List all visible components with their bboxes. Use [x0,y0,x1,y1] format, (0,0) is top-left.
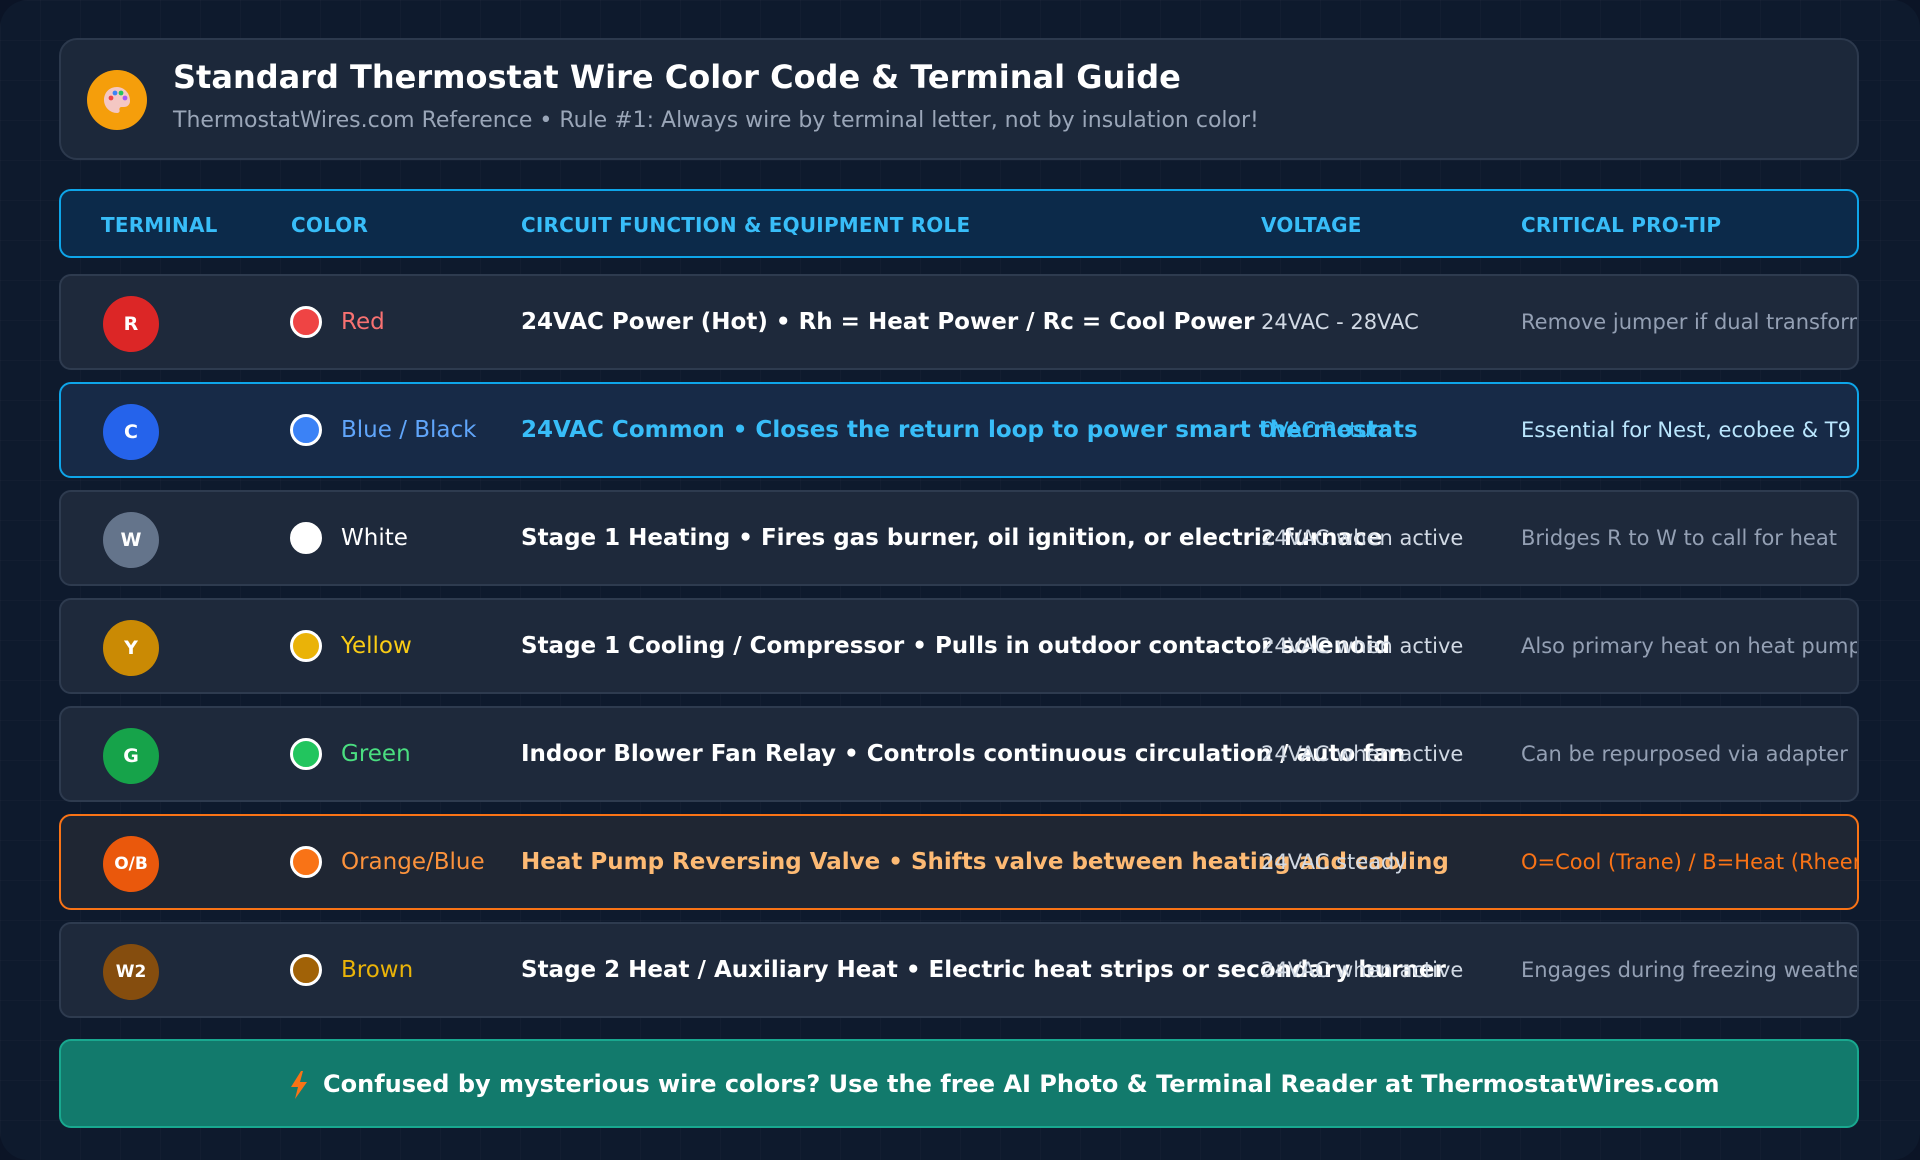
terminal-badge: O/B [103,836,159,892]
table-row: W White Stage 1 Heating • Fires gas burner… [59,490,1859,586]
terminal-badge: G [103,728,159,784]
voltage-value: 24VAC when active [1261,526,1464,550]
terminal-badge: Y [103,620,159,676]
voltage-value: 24VAC when active [1261,742,1464,766]
wire-color-swatch [290,630,322,662]
wire-color-name: White [341,525,408,551]
footer-banner[interactable]: Confused by mysterious wire colors? Use … [59,1039,1859,1128]
wire-color-swatch [290,846,322,878]
pro-tip: Remove jumper if dual transformer [1521,310,1857,334]
circuit-function: Stage 1 Cooling / Compressor • Pulls in … [521,633,1391,659]
column-header-color: COLOR [291,213,369,237]
table-row: R Red 24VAC Power (Hot) • Rh = Heat Power … [59,274,1859,370]
column-header-voltage: VOLTAGE [1261,213,1362,237]
wire-color-swatch [290,954,322,986]
pro-tip: Essential for Nest, ecobee & T9 [1521,418,1851,442]
wire-color-name: Yellow [341,633,412,659]
wire-color-swatch [290,522,322,554]
pro-tip: Can be repurposed via adapter [1521,742,1848,766]
pro-tip: Engages during freezing weather [1521,958,1857,982]
wire-color-swatch [290,738,322,770]
pro-tip: O=Cool (Trane) / B=Heat (Rheem) [1521,850,1857,874]
column-header-terminal: TERMINAL [101,213,218,237]
table-row: G Green Indoor Blower Fan Relay • Controls… [59,706,1859,802]
table-row: O/B Orange/Blue Heat Pump Reversing Valve … [59,814,1859,910]
column-header-pro-tip: CRITICAL PRO-TIP [1521,213,1722,237]
voltage-value: 24VAC when active [1261,634,1464,658]
terminal-badge: C [103,404,159,460]
wire-color-name: Brown [341,957,414,983]
voltage-value: 24VAC - 28VAC [1261,310,1419,334]
voltage-value: 24VAC when active [1261,958,1464,982]
table-row: C Blue / Black 24VAC Common • Closes the r… [59,382,1859,478]
table-row: W2 Brown Stage 2 Heat / Auxiliary Heat • E… [59,922,1859,1018]
pro-tip: Bridges R to W to call for heat [1521,526,1837,550]
palette-icon [87,70,147,130]
footer-text: Confused by mysterious wire colors? Use … [323,1070,1720,1098]
circuit-function: Stage 1 Heating • Fires gas burner, oil … [521,525,1383,551]
page-background: Standard Thermostat Wire Color Code & Te… [0,0,1920,1160]
page-title: Standard Thermostat Wire Color Code & Te… [173,58,1181,96]
wire-color-name: Green [341,741,411,767]
table-header: TERMINAL COLOR CIRCUIT FUNCTION & EQUIPM… [59,189,1859,258]
terminal-badge: W2 [103,944,159,1000]
pro-tip: Also primary heat on heat pump [1521,634,1857,658]
terminal-badge: W [103,512,159,568]
wire-color-name: Red [341,309,385,335]
page-subtitle: ThermostatWires.com Reference • Rule #1:… [173,108,1259,133]
column-header-function: CIRCUIT FUNCTION & EQUIPMENT ROLE [521,213,971,237]
lightning-bolt-icon [291,1071,307,1099]
voltage-value: 0VAC Return [1261,418,1393,442]
wire-color-name: Blue / Black [341,417,477,443]
wire-color-swatch [290,414,322,446]
table-row: Y Yellow Stage 1 Cooling / Compressor • Pu… [59,598,1859,694]
wire-color-swatch [290,306,322,338]
voltage-value: 24VAC steady [1261,850,1407,874]
guide-header: Standard Thermostat Wire Color Code & Te… [59,38,1859,160]
circuit-function: 24VAC Power (Hot) • Rh = Heat Power / Rc… [521,309,1255,335]
wire-color-name: Orange/Blue [341,849,485,875]
terminal-badge: R [103,296,159,352]
